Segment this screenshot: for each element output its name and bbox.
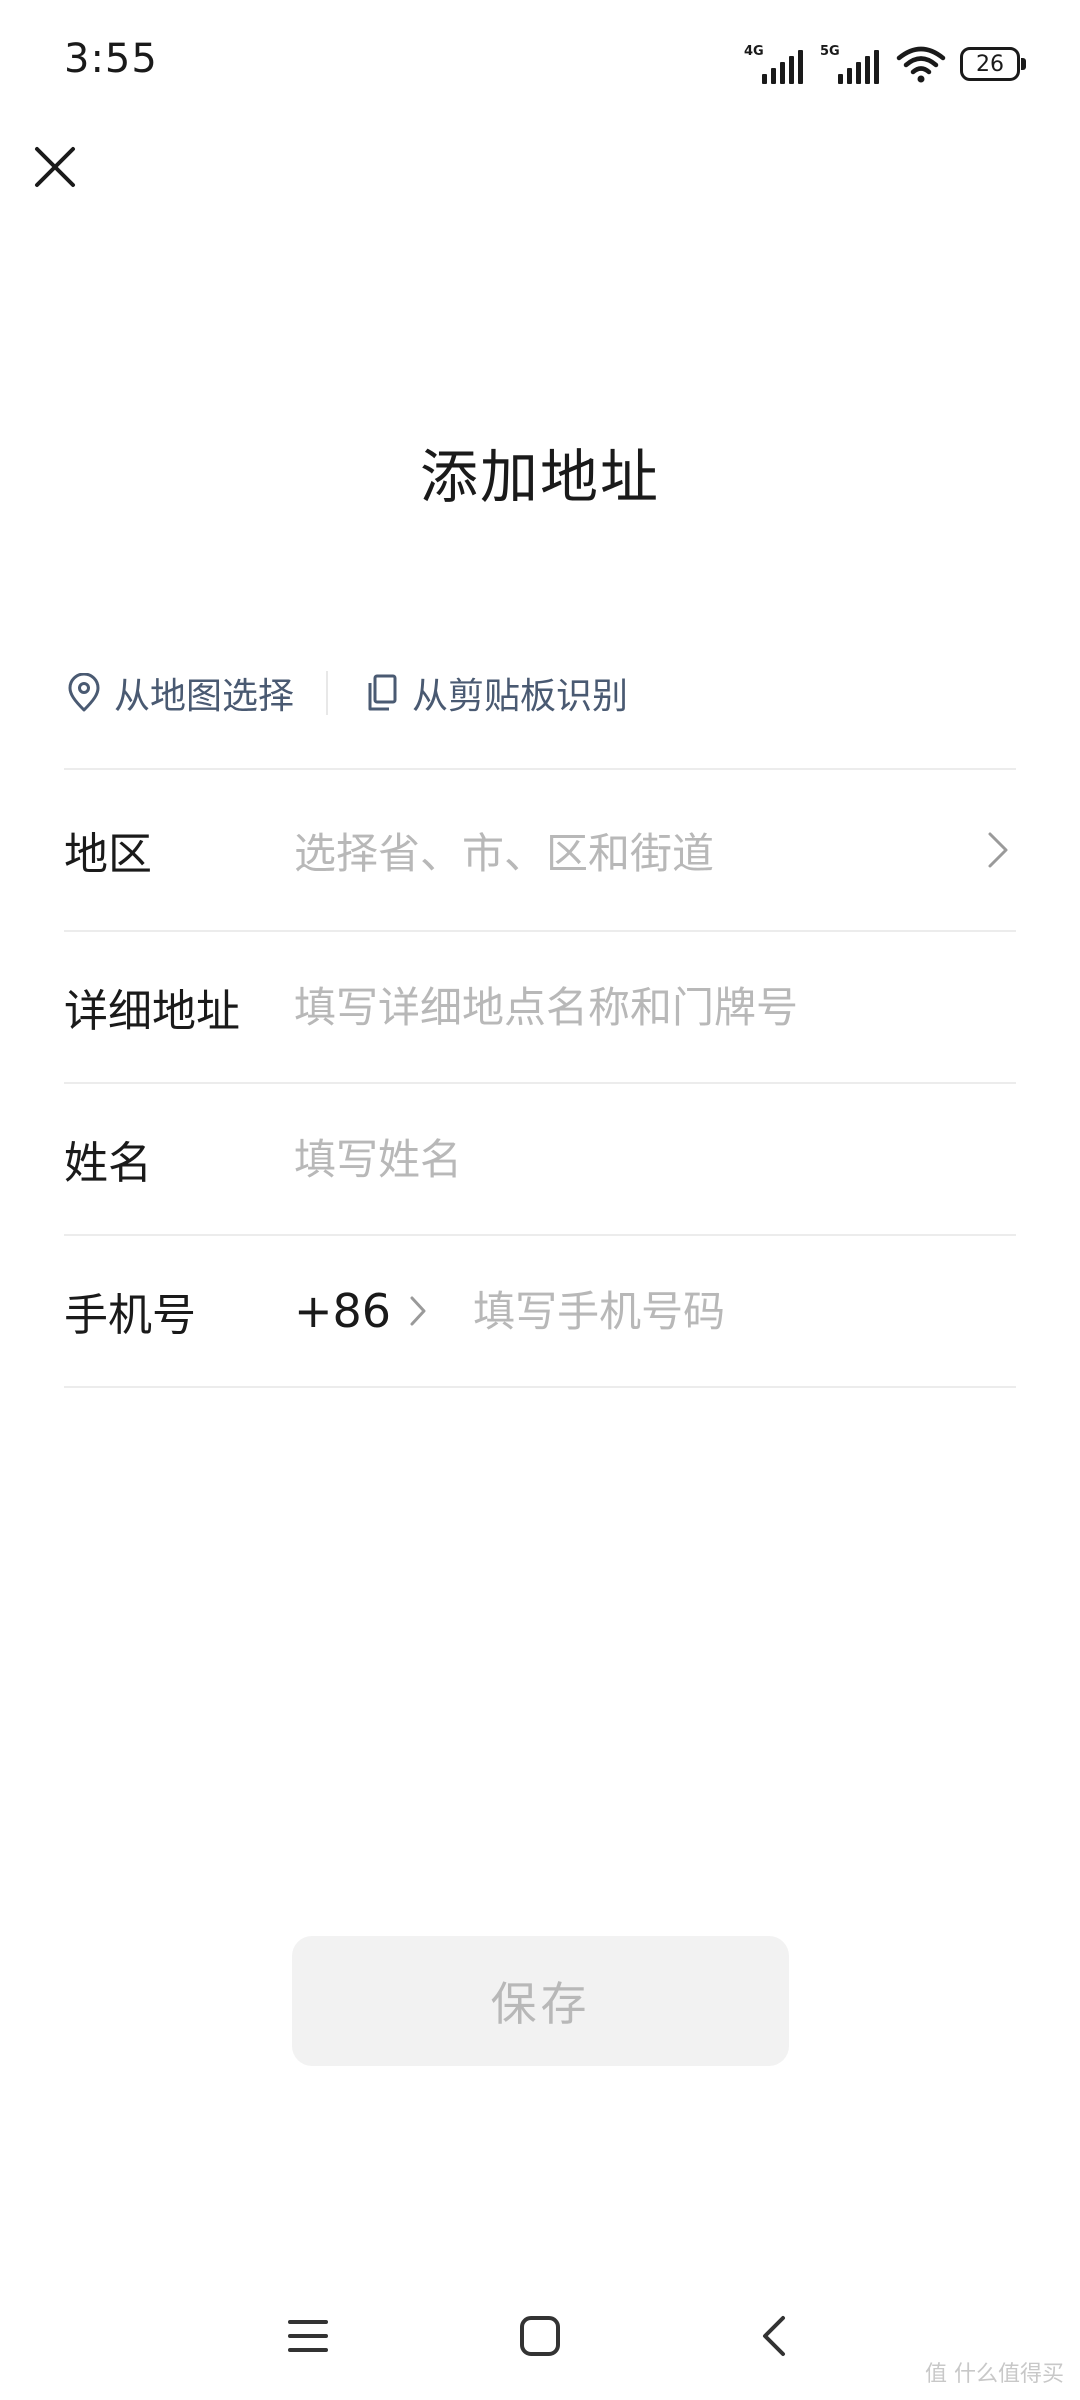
status-time: 3:55: [64, 36, 158, 82]
signal-4g-icon: 4G: [744, 44, 806, 84]
region-placeholder: 选择省、市、区和街道: [294, 828, 715, 878]
close-icon: [35, 147, 75, 187]
chevron-right-icon: [410, 1296, 426, 1326]
address-form: 地区 选择省、市、区和街道 详细地址 姓名 手机号 +86: [64, 768, 1016, 1388]
phone-input[interactable]: [473, 1286, 1016, 1336]
select-from-map-button[interactable]: 从地图选择: [66, 667, 294, 719]
back-button[interactable]: [744, 2306, 804, 2366]
region-label: 地区: [64, 829, 152, 880]
location-pin-icon: [68, 673, 100, 712]
quick-actions-divider: [326, 671, 329, 715]
wifi-icon: [896, 46, 946, 83]
address-label: 详细地址: [64, 986, 240, 1037]
status-icons: 4G 5G 26: [744, 42, 1026, 86]
clipboard-icon: [368, 674, 397, 711]
divider: [64, 1386, 1016, 1388]
battery-level: 26: [976, 51, 1004, 77]
recognize-clipboard-button[interactable]: 从剪贴板识别: [364, 667, 628, 719]
address-input[interactable]: [294, 982, 1016, 1032]
battery-icon: 26: [960, 47, 1026, 81]
signal-5g-icon: 5G: [820, 44, 882, 84]
watermark: 值 什么值得买: [925, 2362, 1064, 2387]
name-row: 姓名: [64, 1084, 1016, 1234]
page-title: 添加地址: [419, 443, 660, 511]
home-button[interactable]: [510, 2306, 570, 2366]
name-input[interactable]: [294, 1134, 1016, 1184]
navigation-bar: [0, 2290, 1080, 2380]
select-from-map-label: 从地图选择: [114, 676, 295, 717]
phone-label: 手机号: [64, 1290, 196, 1341]
quick-actions: 从地图选择 从剪贴板识别: [66, 662, 628, 724]
home-icon: [520, 2316, 560, 2356]
recognize-clipboard-label: 从剪贴板识别: [412, 676, 629, 717]
address-row: 详细地址: [64, 932, 1016, 1082]
chevron-right-icon: [988, 832, 1008, 868]
status-bar: 3:55 4G 5G 26: [0, 0, 1080, 125]
country-code-selector[interactable]: +86: [294, 1284, 427, 1338]
name-label: 姓名: [64, 1138, 152, 1189]
recent-apps-button[interactable]: [278, 2306, 338, 2366]
close-button[interactable]: [28, 140, 82, 194]
signal-type-label: 4G: [744, 44, 764, 59]
region-row[interactable]: 地区 选择省、市、区和街道: [64, 770, 1016, 930]
save-button[interactable]: 保存: [292, 1936, 789, 2066]
menu-icon: [288, 2320, 328, 2352]
back-icon: [763, 2316, 785, 2356]
country-code: +86: [294, 1284, 392, 1338]
phone-row: 手机号 +86: [64, 1236, 1016, 1386]
signal-type-label: 5G: [820, 44, 840, 59]
